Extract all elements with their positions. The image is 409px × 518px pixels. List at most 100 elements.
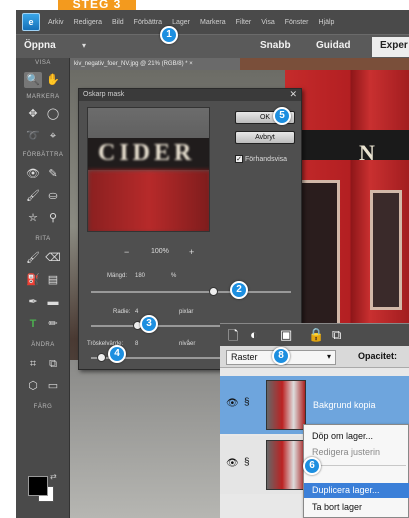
mode-expert-tab[interactable]: Exper: [372, 37, 409, 57]
gradient-tool-icon[interactable]: ▤: [44, 272, 62, 288]
menu-help[interactable]: Hjälp: [318, 19, 334, 26]
link-icon[interactable]: §: [244, 397, 250, 408]
layer-mask-icon[interactable]: ▣: [280, 327, 292, 343]
options-bar: Öppna ▾ Snabb Guidad Exper: [16, 34, 409, 58]
dialog-titlebar[interactable]: Oskarp mask ✕: [79, 89, 301, 101]
link-icon[interactable]: §: [244, 457, 250, 468]
callout-badge: 1: [160, 26, 178, 44]
zoom-value: 100%: [151, 248, 169, 255]
menu-item-rename-layer[interactable]: Döp om lager...: [304, 429, 409, 444]
menu-layer[interactable]: Lager: [172, 19, 190, 26]
photo-sign-letter: N: [359, 140, 375, 165]
menu-item-delete-layer[interactable]: Ta bort lager: [304, 500, 409, 515]
layer-thumbnail: [266, 380, 306, 430]
menu-window[interactable]: Fönster: [285, 19, 309, 26]
lock-transparency-icon[interactable]: ⧉: [332, 327, 341, 343]
menu-edit[interactable]: Redigera: [74, 19, 102, 26]
amount-slider-thumb[interactable]: [209, 287, 219, 296]
swap-colors-icon[interactable]: ⇄: [50, 472, 57, 481]
pencil-tool-icon[interactable]: ✏: [44, 316, 62, 332]
blur-tool-icon[interactable]: ⛥: [24, 210, 42, 226]
red-eye-tool-icon[interactable]: 👁: [24, 166, 42, 182]
straighten-tool-icon[interactable]: ▭: [44, 378, 62, 394]
close-icon[interactable]: ✕: [289, 89, 297, 100]
menu-view[interactable]: Visa: [261, 19, 275, 26]
mode-guided-tab[interactable]: Guidad: [316, 40, 350, 51]
quick-select-tool-icon[interactable]: ⌖: [44, 128, 62, 144]
type-tool-icon[interactable]: T: [24, 316, 42, 332]
amount-unit: %: [171, 273, 177, 279]
sponge-tool-icon[interactable]: ⚲: [44, 210, 62, 226]
callout-badge: 8: [272, 347, 290, 365]
menu-item-edit-adjustment[interactable]: Redigera justerin: [304, 445, 409, 460]
menu-item-duplicate-layer[interactable]: Duplicera lager...: [304, 483, 409, 498]
amount-label: Mängd:: [107, 273, 128, 279]
document-tab[interactable]: kiv_negativ_foer_NV.jpg @ 21% (RGB/8) * …: [70, 58, 240, 70]
radius-unit: pixlar: [179, 309, 194, 315]
menu-filter[interactable]: Filter: [236, 19, 252, 26]
menu-enhance[interactable]: Förbättra: [134, 19, 162, 26]
section-color-label: FÄRG: [33, 404, 53, 410]
zoom-in-button[interactable]: +: [189, 247, 194, 257]
eraser-tool-icon[interactable]: ⌫: [44, 250, 62, 266]
photo-sign: [290, 130, 409, 160]
blend-mode-value: Raster: [231, 352, 258, 362]
marquee-tool-icon[interactable]: ◯: [44, 106, 62, 122]
foreground-color-swatch[interactable]: [28, 476, 48, 496]
amount-value[interactable]: 180: [135, 273, 145, 279]
adjustment-layer-icon[interactable]: ◐: [250, 327, 258, 342]
radius-label: Radie:: [113, 309, 131, 315]
layer-name: Bakgrund kopia: [313, 400, 376, 410]
preview-thumbnail[interactable]: CIDER: [87, 107, 210, 232]
zoom-tool-icon[interactable]: 🔍: [24, 72, 42, 88]
visibility-eye-icon[interactable]: 👁: [226, 398, 239, 409]
recompose-tool-icon[interactable]: ⧉: [44, 356, 62, 372]
amount-slider-track[interactable]: [91, 291, 291, 293]
lock-icon[interactable]: 🔒: [308, 327, 324, 343]
crop-tool-icon[interactable]: ⌗: [24, 356, 42, 372]
cancel-button[interactable]: Avbryt: [235, 131, 295, 144]
smart-brush-tool-icon[interactable]: 🖌: [24, 188, 42, 204]
move-tool-icon[interactable]: ✥: [24, 106, 42, 122]
threshold-value[interactable]: 8: [135, 341, 138, 347]
opacity-label: Opacitet:: [358, 351, 398, 361]
step-tab: STEG 3: [58, 0, 136, 10]
menu-select[interactable]: Markera: [200, 19, 226, 26]
open-dropdown-icon[interactable]: ▾: [82, 41, 86, 50]
visibility-eye-icon[interactable]: 👁: [226, 458, 239, 469]
photo-window: [370, 190, 402, 310]
section-enhance-label: FÖRBÄTTRA: [22, 152, 64, 158]
hand-tool-icon[interactable]: ✋: [44, 72, 62, 88]
paint-bucket-tool-icon[interactable]: ⛽: [24, 272, 42, 288]
callout-badge: 3: [140, 315, 158, 333]
clone-stamp-tool-icon[interactable]: ⛀: [44, 188, 62, 204]
menu-divider: [308, 465, 406, 466]
section-view-label: VISA: [35, 60, 51, 66]
app-logo-icon: e: [22, 13, 40, 31]
preview-checkbox-label: Förhandsvisa: [245, 155, 288, 163]
mode-quick-tab[interactable]: Snabb: [260, 40, 291, 51]
preview-sign-text: CIDER: [98, 140, 196, 166]
section-modify-label: ÄNDRA: [31, 342, 55, 348]
callout-badge: 5: [273, 107, 291, 125]
spot-heal-tool-icon[interactable]: ✎: [44, 166, 62, 182]
checkbox-check-icon[interactable]: ✓: [235, 155, 243, 163]
chevron-down-icon[interactable]: ▾: [327, 352, 331, 361]
eyedropper-tool-icon[interactable]: ✒: [24, 294, 42, 310]
callout-badge: 6: [303, 457, 321, 475]
preview-facade: [88, 170, 209, 231]
layers-toolbar: 🗋 ◐ ▣ 🔒 ⧉: [220, 324, 409, 346]
shape-tool-icon[interactable]: ▬: [44, 294, 62, 310]
brush-tool-icon[interactable]: 🖌: [24, 250, 42, 266]
content-move-tool-icon[interactable]: ⬡: [24, 378, 42, 394]
threshold-slider-thumb[interactable]: [96, 353, 106, 362]
toolbox: VISA 🔍 ✋ MARKERA ✥ ◯ ➰ ⌖ FÖRBÄTTRA 👁 ✎ 🖌…: [16, 58, 70, 518]
menu-image[interactable]: Bild: [112, 19, 124, 26]
preview-checkbox[interactable]: ✓ Förhandsvisa: [235, 155, 287, 163]
zoom-out-button[interactable]: −: [124, 247, 129, 257]
open-button[interactable]: Öppna: [24, 40, 56, 51]
radius-value[interactable]: 4: [135, 309, 138, 315]
lasso-tool-icon[interactable]: ➰: [24, 128, 42, 144]
menu-bar: e Arkiv Redigera Bild Förbättra Lager Ma…: [16, 10, 409, 34]
menu-file[interactable]: Arkiv: [48, 19, 64, 26]
